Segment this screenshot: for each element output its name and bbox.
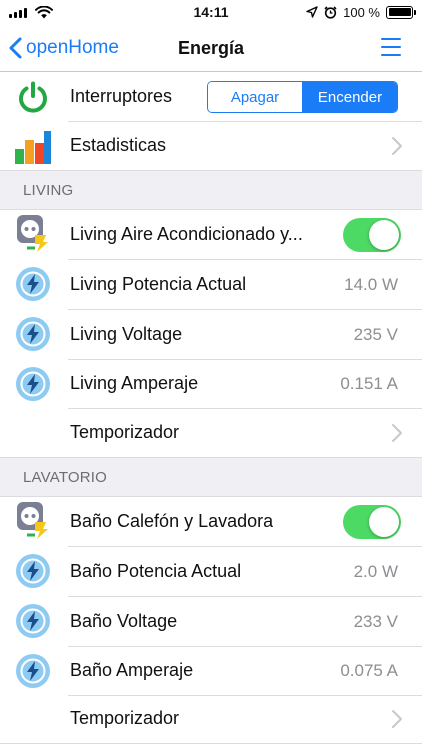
bathroom-power-row: Baño Potencia Actual 2.0 W	[0, 547, 422, 596]
status-bar: 14:11 100 %	[0, 0, 422, 24]
bolt-icon	[14, 265, 52, 303]
bathroom-current-row: Baño Amperaje 0.075 A	[0, 647, 422, 695]
living-voltage-value: 235 V	[353, 325, 398, 344]
living-switch-label: Living Aire Acondicionado y...	[70, 224, 303, 244]
bolt-icon	[14, 652, 52, 690]
menu-button[interactable]	[381, 38, 401, 56]
chevron-left-icon	[9, 37, 22, 59]
statistics-row[interactable]: Estadisticas	[0, 122, 422, 170]
statistics-label: Estadisticas	[70, 135, 167, 155]
alarm-icon	[324, 5, 337, 19]
bathroom-timer-label: Temporizador	[70, 708, 180, 728]
bathroom-voltage-row: Baño Voltage 233 V	[0, 597, 422, 646]
back-button[interactable]: openHome	[9, 24, 119, 72]
back-label: openHome	[26, 37, 119, 58]
chevron-right-icon	[392, 137, 402, 155]
bolt-icon	[14, 552, 52, 590]
bolt-icon	[14, 365, 52, 403]
bathroom-power-value: 2.0 W	[353, 562, 398, 581]
turn-on-all-button[interactable]: Encender	[303, 82, 397, 112]
battery-icon	[386, 5, 416, 19]
switches-label: Interruptores	[70, 86, 173, 106]
living-voltage-row: Living Voltage 235 V	[0, 310, 422, 359]
bathroom-current-value: 0.075 A	[340, 661, 398, 680]
turn-off-all-button[interactable]: Apagar	[208, 82, 303, 112]
bathroom-voltage-label: Baño Voltage	[70, 611, 178, 631]
living-power-row: Living Potencia Actual 14.0 W	[0, 260, 422, 309]
hamburger-icon	[381, 38, 401, 40]
section-header-lavatorio: LAVATORIO	[0, 457, 422, 497]
bolt-icon	[14, 602, 52, 640]
chevron-right-icon	[392, 710, 402, 728]
living-switch-toggle[interactable]	[343, 218, 401, 252]
bathroom-timer-row[interactable]: Temporizador	[0, 696, 422, 743]
living-current-row: Living Amperaje 0.151 A	[0, 360, 422, 408]
location-icon	[306, 6, 318, 18]
smart-plug-icon	[14, 501, 52, 539]
bolt-icon	[14, 315, 52, 353]
switches-segmented-control: Apagar Encender	[207, 81, 398, 113]
living-current-value: 0.151 A	[340, 374, 398, 393]
wifi-icon	[35, 5, 53, 18]
bathroom-switch-toggle[interactable]	[343, 505, 401, 539]
smart-plug-icon	[14, 214, 52, 252]
living-timer-row[interactable]: Temporizador	[0, 409, 422, 457]
living-timer-label: Temporizador	[70, 422, 180, 442]
bathroom-voltage-value: 233 V	[353, 612, 398, 631]
living-power-value: 14.0 W	[344, 275, 398, 294]
bathroom-switch-label: Baño Calefón y Lavadora	[70, 511, 274, 531]
battery-percentage: 100 %	[343, 4, 380, 20]
living-switch-row: Living Aire Acondicionado y...	[0, 210, 422, 259]
living-power-label: Living Potencia Actual	[70, 274, 247, 294]
power-icon	[14, 78, 52, 116]
chevron-right-icon	[392, 424, 402, 442]
section-header-living: LIVING	[0, 170, 422, 210]
living-voltage-label: Living Voltage	[70, 324, 183, 344]
living-current-label: Living Amperaje	[70, 373, 199, 393]
divider	[0, 743, 422, 744]
switches-row: Interruptores Apagar Encender	[0, 73, 422, 121]
bathroom-power-label: Baño Potencia Actual	[70, 561, 242, 581]
signal-icon	[9, 7, 27, 18]
bar-chart-icon	[14, 127, 52, 165]
bathroom-current-label: Baño Amperaje	[70, 660, 194, 680]
navigation-bar: openHome Energía	[0, 24, 422, 72]
bathroom-switch-row: Baño Calefón y Lavadora	[0, 497, 422, 546]
